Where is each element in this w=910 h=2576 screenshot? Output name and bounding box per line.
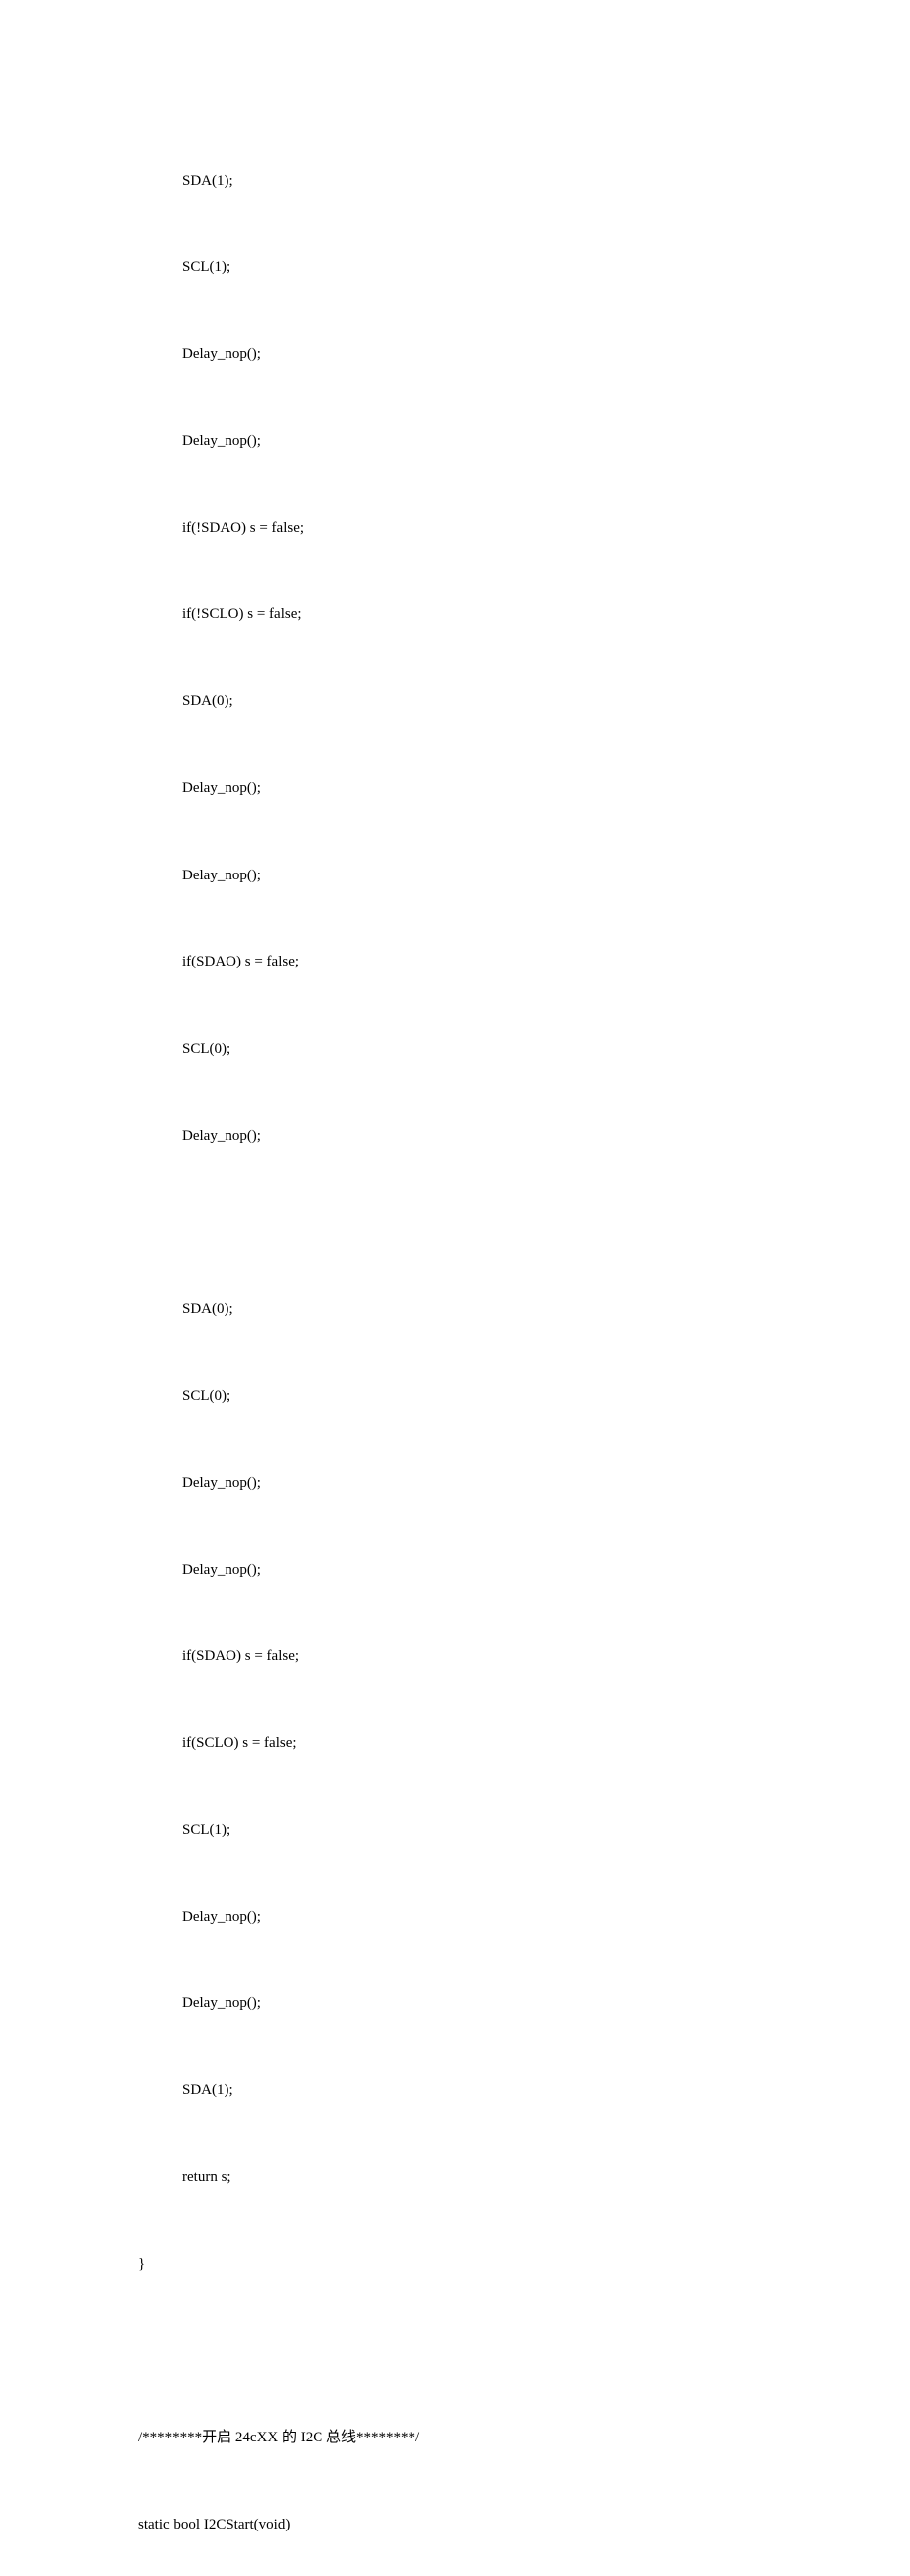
- code-line: if(SCLO) s = false;: [138, 1729, 772, 1758]
- blank-line: [138, 1209, 772, 1238]
- code-line: }: [138, 2251, 772, 2279]
- code-line: if(!SDAO) s = false;: [138, 514, 772, 543]
- code-line: Delay_nop();: [138, 1556, 772, 1585]
- code-listing: SDA(1); SCL(1); Delay_nop(); Delay_nop()…: [138, 109, 772, 2576]
- code-line: Delay_nop();: [138, 427, 772, 456]
- code-line: SDA(0);: [138, 1295, 772, 1324]
- code-line: if(SDAO) s = false;: [138, 1642, 772, 1671]
- code-line: if(!SCLO) s = false;: [138, 600, 772, 629]
- blank-line: [138, 2337, 772, 2365]
- code-line: if(SDAO) s = false;: [138, 948, 772, 976]
- code-line: Delay_nop();: [138, 340, 772, 369]
- code-line: Delay_nop();: [138, 862, 772, 890]
- code-line: Delay_nop();: [138, 1903, 772, 1932]
- code-line: Delay_nop();: [138, 775, 772, 803]
- document-page: SDA(1); SCL(1); Delay_nop(); Delay_nop()…: [0, 0, 910, 2576]
- code-line: SDA(1);: [138, 167, 772, 196]
- code-line: return s;: [138, 2163, 772, 2192]
- code-line: Delay_nop();: [138, 1989, 772, 2018]
- code-line: SCL(0);: [138, 1382, 772, 1411]
- code-line: Delay_nop();: [138, 1122, 772, 1150]
- code-function-declaration: static bool I2CStart(void): [138, 2511, 772, 2539]
- code-comment: /********开启 24cXX 的 I2C 总线********/: [138, 2424, 772, 2452]
- code-line: SDA(1);: [138, 2076, 772, 2105]
- code-line: SCL(1);: [138, 1816, 772, 1845]
- code-line: SCL(1);: [138, 253, 772, 282]
- code-line: SDA(0);: [138, 688, 772, 716]
- code-line: Delay_nop();: [138, 1469, 772, 1498]
- code-line: SCL(0);: [138, 1035, 772, 1063]
